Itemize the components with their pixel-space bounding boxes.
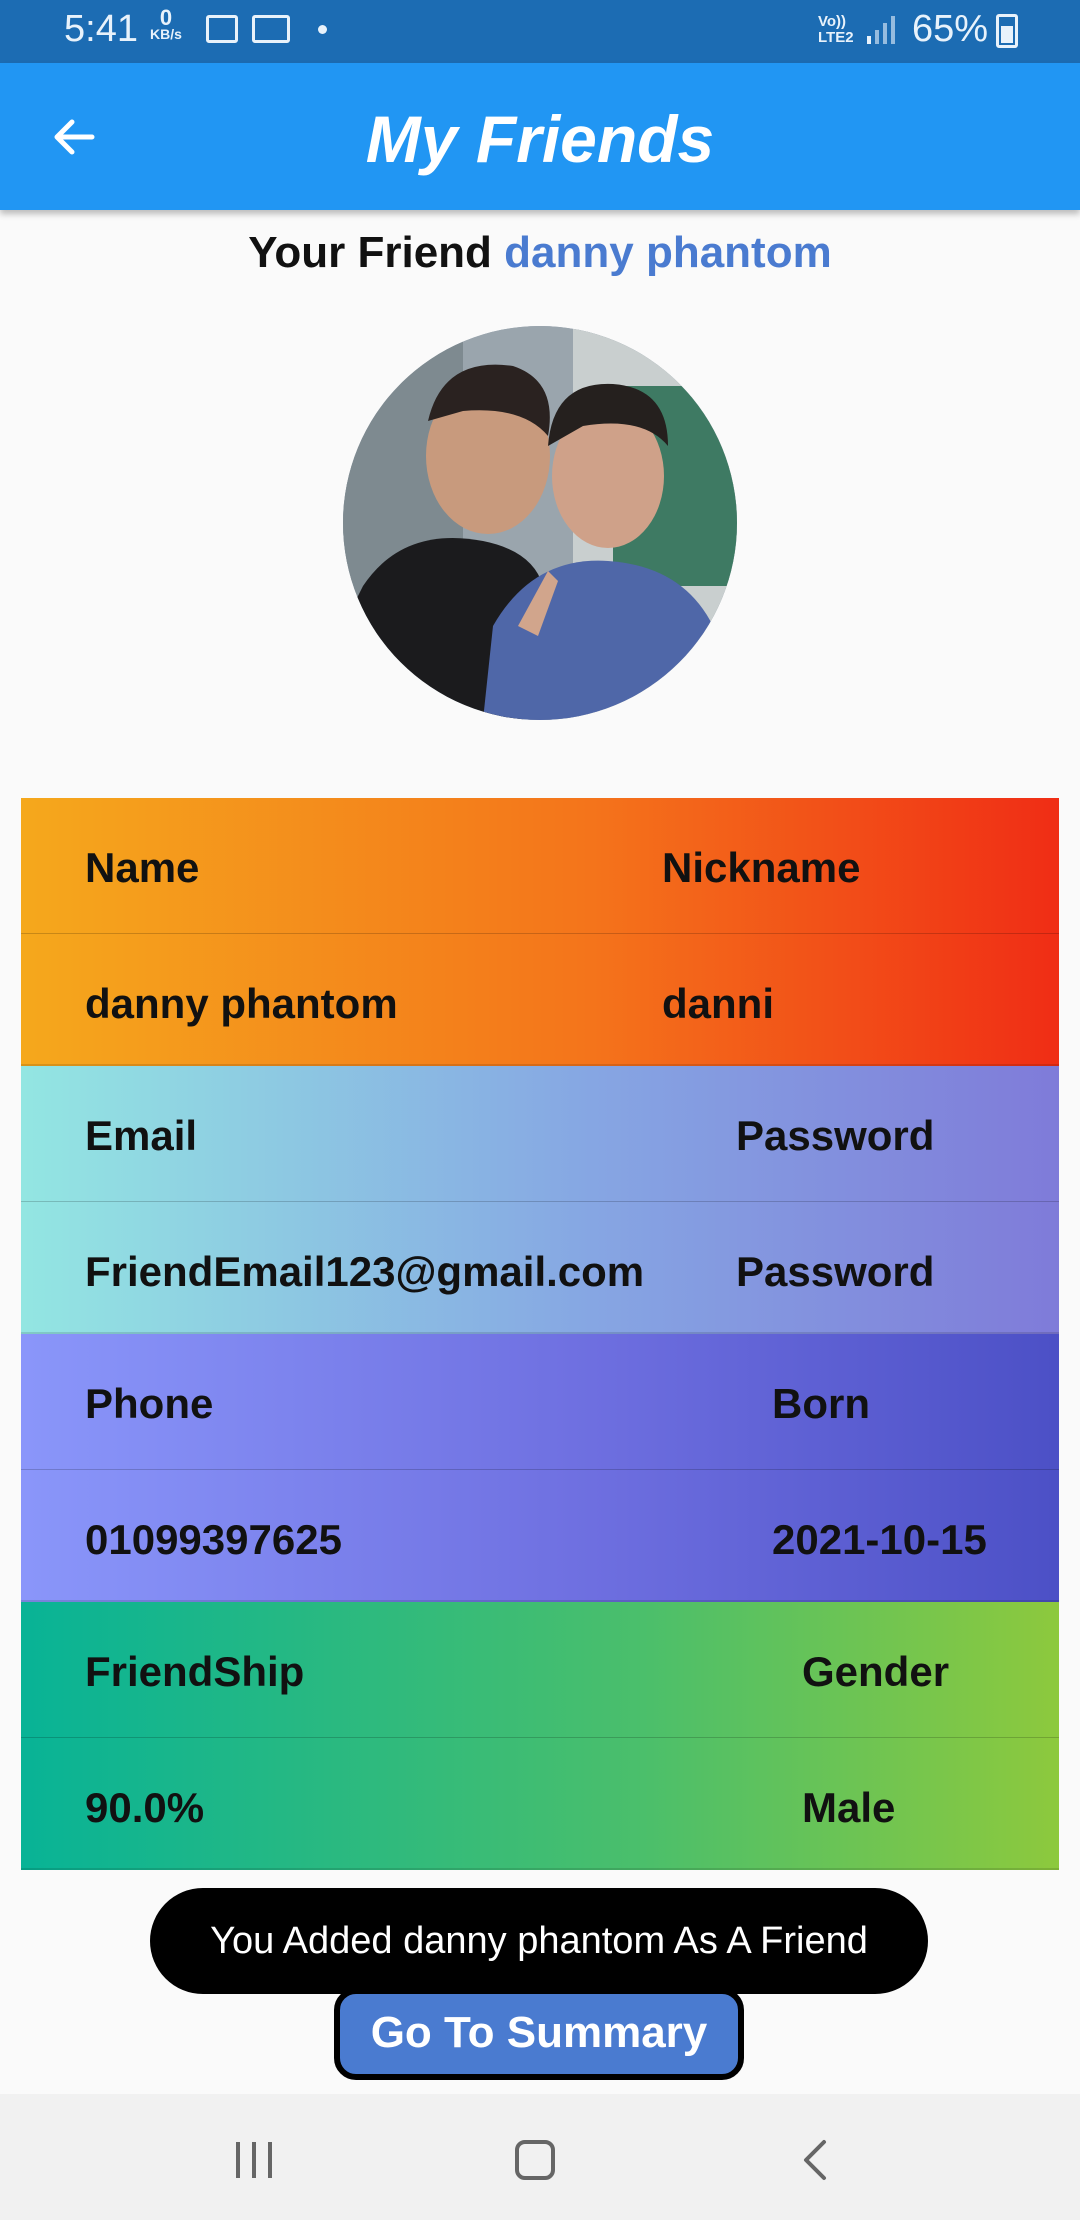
go-to-summary-button[interactable]: Go To Summary <box>334 1988 744 2080</box>
recent-apps-icon[interactable] <box>234 2142 274 2178</box>
name-value: danny phantom <box>85 980 398 1027</box>
battery-percent: 65% <box>912 8 989 50</box>
net-speed: 0 KB/s <box>150 5 182 43</box>
page-title: My Friends <box>365 102 715 176</box>
friend-avatar <box>343 326 737 720</box>
password-value: Password <box>736 1248 935 1295</box>
status-time: 5:41 <box>64 8 138 50</box>
app-bar: My Friends <box>0 63 1080 210</box>
friend-photo-image <box>343 326 737 720</box>
friend-details-table: Name Nickname danny phantom danni Email … <box>21 798 1059 1870</box>
table-row: 90.0% Male <box>21 1738 1059 1868</box>
net-speed-value: 0 <box>159 5 173 30</box>
notification-dot-icon <box>318 25 327 34</box>
status-bar: 5:41 0 KB/s Vo)) LTE2 65% <box>0 0 1080 63</box>
system-nav-bar <box>0 2094 1080 2220</box>
born-value: 2021-10-15 <box>772 1516 987 1563</box>
phone-label: Phone <box>85 1380 214 1427</box>
nickname-value: danni <box>662 980 774 1027</box>
phone-block: Phone Born 01099397625 2021-10-15 <box>21 1334 1059 1602</box>
nickname-label: Nickname <box>662 844 861 891</box>
password-label: Password <box>736 1112 935 1159</box>
friend-heading-name: danny phantom <box>504 228 832 277</box>
signal-icon <box>867 16 895 44</box>
friend-heading-prefix: Your Friend <box>248 228 492 277</box>
friend-heading: Your Friend danny phantom <box>0 228 1080 278</box>
email-block: Email Password FriendEmail123@gmail.com … <box>21 1066 1059 1334</box>
toast-message: You Added danny phantom As A Friend <box>150 1888 928 1994</box>
name-label: Name <box>85 844 200 891</box>
nav-back-icon[interactable] <box>800 2138 830 2182</box>
lte-label: LTE2 <box>818 29 854 46</box>
born-label: Born <box>772 1380 870 1427</box>
gender-value: Male <box>802 1784 896 1831</box>
table-row: Name Nickname <box>21 798 1059 934</box>
gender-label: Gender <box>802 1648 950 1695</box>
table-row: Email Password <box>21 1066 1059 1202</box>
battery-charging-icon <box>996 14 1018 48</box>
table-row: FriendEmail123@gmail.com Password <box>21 1202 1059 1332</box>
name-block: Name Nickname danny phantom danni <box>21 798 1059 1066</box>
table-row: 01099397625 2021-10-15 <box>21 1470 1059 1600</box>
net-speed-unit: KB/s <box>150 26 182 42</box>
friendship-block: FriendShip Gender 90.0% Male <box>21 1602 1059 1870</box>
email-label: Email <box>85 1112 198 1159</box>
gmail-icon <box>252 15 290 43</box>
home-icon[interactable] <box>515 2140 555 2180</box>
volte-label: Vo)) <box>818 13 847 30</box>
friendship-value: 90.0% <box>85 1784 205 1831</box>
gallery-icon <box>206 15 238 43</box>
email-value: FriendEmail123@gmail.com <box>85 1248 645 1295</box>
phone-value: 01099397625 <box>85 1516 342 1563</box>
network-type: Vo)) LTE2 <box>818 14 854 46</box>
table-row: FriendShip Gender <box>21 1602 1059 1738</box>
table-row: danny phantom danni <box>21 934 1059 1064</box>
table-row: Phone Born <box>21 1334 1059 1470</box>
friendship-label: FriendShip <box>85 1648 305 1695</box>
